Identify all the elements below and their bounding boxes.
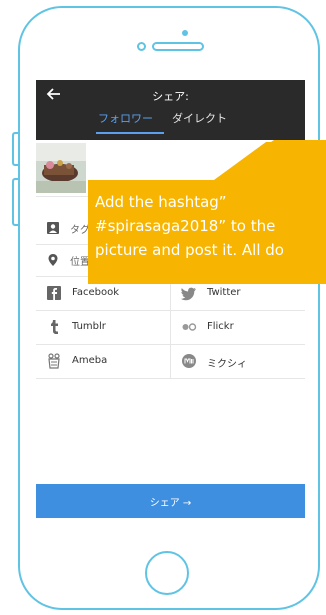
callout-pointer bbox=[214, 140, 326, 180]
share-mixi[interactable]: ミクシィ bbox=[170, 344, 305, 379]
mixi-label: ミクシィ bbox=[207, 359, 247, 370]
share-ameba[interactable]: Ameba bbox=[36, 344, 170, 379]
share-flickr[interactable]: Flickr bbox=[170, 310, 305, 345]
tumblr-icon bbox=[51, 320, 58, 334]
share-tumblr[interactable]: Tumblr bbox=[36, 310, 170, 345]
phone-side-button bbox=[12, 132, 18, 166]
tag-person-icon bbox=[47, 222, 59, 234]
callout-line-3: picture and post it. All do bbox=[95, 241, 284, 259]
mixi-icon bbox=[182, 354, 196, 368]
location-label: 位置 bbox=[70, 257, 90, 268]
front-camera-icon bbox=[137, 42, 146, 51]
share-button[interactable]: シェア → bbox=[36, 484, 305, 518]
home-button[interactable] bbox=[145, 551, 189, 595]
tab-followers[interactable]: フォロワー bbox=[98, 110, 153, 126]
instruction-callout: Add the hashtag” #spirasaga2018” to the … bbox=[88, 180, 326, 284]
callout-text: Add the hashtag” #spirasaga2018” to the … bbox=[95, 190, 326, 262]
facebook-label: Facebook bbox=[72, 287, 119, 298]
photo-thumbnail[interactable] bbox=[36, 143, 86, 193]
location-pin-icon bbox=[48, 254, 58, 266]
camera-icon bbox=[182, 30, 188, 36]
header-title: シェア: bbox=[152, 90, 189, 103]
tumblr-label: Tumblr bbox=[72, 321, 106, 332]
ameba-icon bbox=[48, 353, 60, 369]
flickr-icon bbox=[182, 323, 197, 331]
phone-side-button bbox=[12, 178, 18, 226]
share-button-label: シェア → bbox=[149, 498, 192, 509]
facebook-icon bbox=[47, 286, 61, 300]
tab-direct[interactable]: ダイレクト bbox=[172, 110, 227, 126]
speaker-grille bbox=[152, 42, 204, 51]
callout-line-1: Add the hashtag” bbox=[95, 193, 227, 211]
ameba-label: Ameba bbox=[72, 355, 108, 366]
share-header: シェア: フォロワー ダイレクト bbox=[36, 80, 305, 140]
flickr-label: Flickr bbox=[207, 321, 234, 332]
callout-line-2: #spirasaga2018” to the bbox=[95, 217, 276, 235]
active-tab-indicator bbox=[96, 132, 164, 134]
twitter-label: Twitter bbox=[207, 287, 241, 298]
tag-people-label: タグ bbox=[70, 225, 90, 236]
twitter-icon bbox=[181, 287, 196, 301]
